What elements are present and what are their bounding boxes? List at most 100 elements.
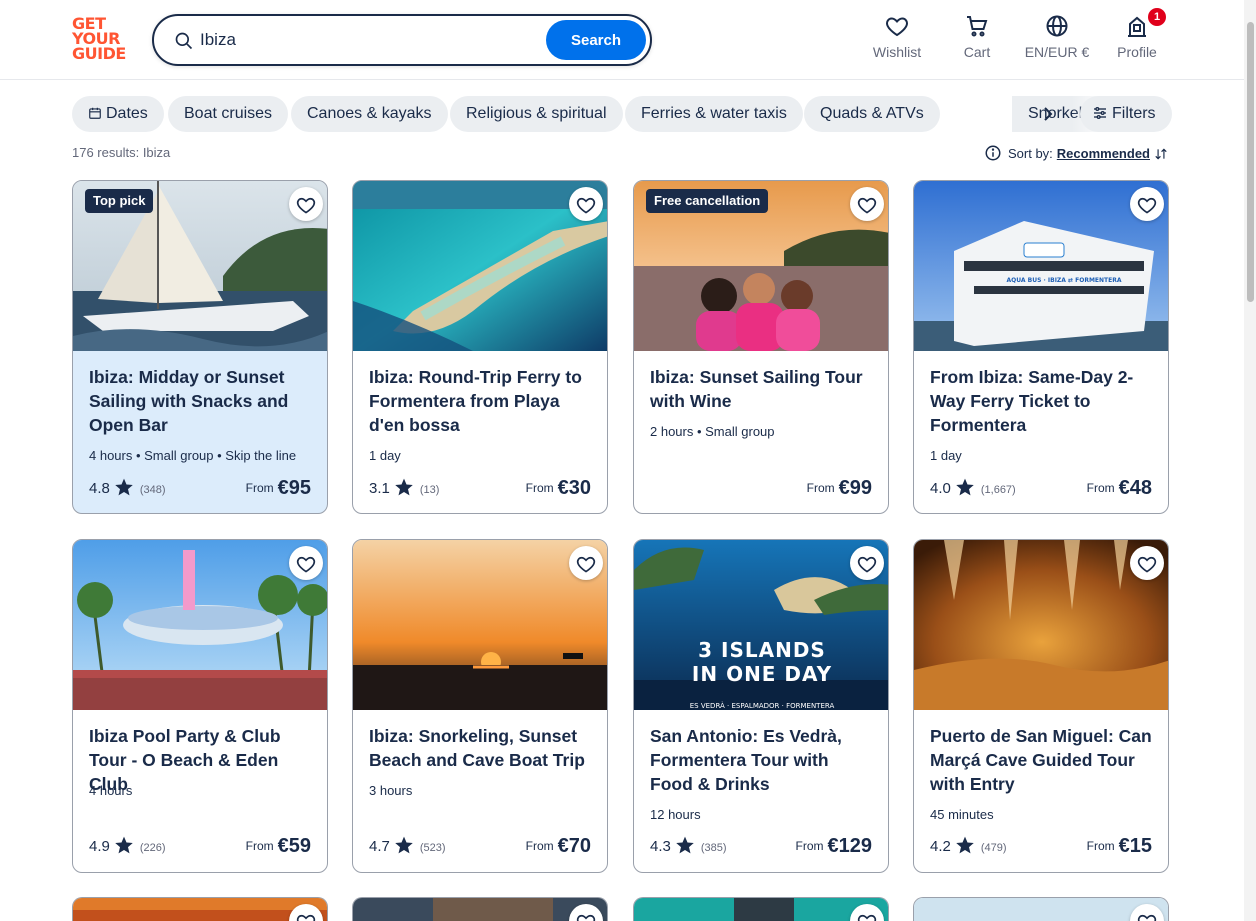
chip-label: Canoes & kayaks bbox=[307, 105, 432, 122]
activity-title[interactable]: San Antonio: Es Vedrà, Formentera Tour w… bbox=[650, 724, 876, 796]
activity-card[interactable]: AQUA BUS · IBIZA ⇄ FORMENTERA From Ibiza… bbox=[913, 180, 1169, 514]
activity-card[interactable]: Free cancellation Ibiza: Sunset Sailing … bbox=[633, 180, 889, 514]
search-button[interactable]: Search bbox=[546, 20, 646, 60]
chip-quads-atvs[interactable]: Quads & ATVs bbox=[804, 96, 940, 132]
filters-button[interactable]: Filters bbox=[1080, 96, 1172, 132]
logo[interactable]: GET YOUR GUIDE bbox=[72, 16, 132, 64]
activity-card[interactable]: Top pick Ibiza: Midday or Sunset Sailing… bbox=[72, 180, 328, 514]
activity-title[interactable]: Ibiza: Sunset Sailing Tour with Wine bbox=[650, 365, 876, 413]
chip-label: Quads & ATVs bbox=[820, 105, 924, 122]
price-prefix: From bbox=[806, 481, 835, 495]
star-icon bbox=[115, 478, 133, 496]
heart-icon bbox=[576, 197, 596, 214]
chip-canoes-kayaks[interactable]: Canoes & kayaks bbox=[291, 96, 448, 132]
wishlist-button[interactable] bbox=[289, 187, 323, 221]
wishlist-button[interactable] bbox=[569, 546, 603, 580]
cart-link[interactable]: Cart bbox=[952, 14, 1002, 66]
logo-line-3: GUIDE bbox=[72, 44, 126, 63]
chevron-right-icon[interactable] bbox=[1036, 102, 1060, 126]
filters-label: Filters bbox=[1112, 105, 1156, 122]
heart-icon bbox=[1137, 556, 1157, 573]
chip-label: Religious & spiritual bbox=[466, 105, 607, 122]
activity-meta: 2 hours • Small group bbox=[650, 424, 775, 439]
activity-title[interactable]: Ibiza: Midday or Sunset Sailing with Sna… bbox=[89, 365, 315, 437]
activity-card[interactable] bbox=[633, 897, 889, 921]
activity-card[interactable] bbox=[72, 897, 328, 921]
profile-badge: 1 bbox=[1148, 8, 1166, 26]
activity-card[interactable]: 3 ISLANDS IN ONE DAY ES VEDRÀ · ESPALMAD… bbox=[633, 539, 889, 873]
star-icon bbox=[956, 836, 974, 854]
free-cancellation-badge: Free cancellation bbox=[646, 189, 769, 213]
star-icon bbox=[956, 478, 974, 496]
sliders-icon bbox=[1094, 107, 1106, 119]
review-count: (1,667) bbox=[980, 484, 1016, 496]
rating-value: 4.8 bbox=[89, 480, 110, 497]
wishlist-button[interactable] bbox=[1130, 187, 1164, 221]
price-prefix: From bbox=[1086, 481, 1115, 495]
activity-card[interactable]: Ibiza: Round-Trip Ferry to Formentera fr… bbox=[352, 180, 608, 514]
activity-card[interactable]: Ibiza: Snorkeling, Sunset Beach and Cave… bbox=[352, 539, 608, 873]
chip-ferries-water-taxis[interactable]: Ferries & water taxis bbox=[625, 96, 803, 132]
activity-title[interactable]: Ibiza: Round-Trip Ferry to Formentera fr… bbox=[369, 365, 595, 437]
activity-card[interactable]: Ibiza Pool Party & Club Tour - O Beach &… bbox=[72, 539, 328, 873]
activity-meta: 3 hours bbox=[369, 783, 413, 798]
activity-card[interactable] bbox=[913, 897, 1169, 921]
image-caption: AQUA BUS · IBIZA ⇄ FORMENTERA bbox=[1006, 277, 1122, 284]
wishlist-button[interactable] bbox=[1130, 546, 1164, 580]
cart-icon bbox=[967, 16, 988, 37]
image-caption: ES VEDRÀ · ESPALMADOR · FORMENTERA bbox=[689, 702, 835, 710]
activity-card[interactable]: Puerto de San Miguel: Can Marçá Cave Gui… bbox=[913, 539, 1169, 873]
top-pick-badge: Top pick bbox=[85, 189, 154, 213]
rating-value: 4.7 bbox=[369, 838, 390, 855]
heart-icon bbox=[576, 914, 596, 921]
info-icon[interactable] bbox=[984, 144, 1002, 162]
chip-dates[interactable]: Dates bbox=[72, 96, 164, 132]
calendar-icon bbox=[89, 107, 101, 119]
activity-meta: 1 day bbox=[930, 448, 962, 463]
sort-control[interactable]: Sort by: Recommended bbox=[984, 144, 1168, 162]
review-count: (13) bbox=[419, 484, 440, 496]
price-amount: €70 bbox=[557, 835, 591, 857]
wishlist-button[interactable] bbox=[850, 187, 884, 221]
wishlist-button[interactable] bbox=[569, 187, 603, 221]
activity-meta: 4 hours bbox=[89, 783, 133, 798]
scrollbar-thumb[interactable] bbox=[1247, 22, 1254, 302]
language-currency-label: EN/EUR € bbox=[1024, 44, 1090, 60]
review-count: (385) bbox=[700, 842, 727, 854]
wishlist-link[interactable]: Wishlist bbox=[868, 14, 926, 66]
chip-religious-spiritual[interactable]: Religious & spiritual bbox=[450, 96, 623, 132]
globe-icon bbox=[1046, 15, 1068, 37]
chip-boat-cruises[interactable]: Boat cruises bbox=[168, 96, 289, 132]
heart-icon bbox=[886, 17, 908, 37]
rating-value: 4.9 bbox=[89, 838, 110, 855]
category-chips: Dates Boat cruises Canoes & kayaks Relig… bbox=[72, 96, 1172, 132]
price-prefix: From bbox=[1086, 839, 1115, 853]
heart-icon bbox=[576, 556, 596, 573]
heart-icon bbox=[1137, 197, 1157, 214]
review-count: (479) bbox=[980, 842, 1007, 854]
price-amount: €15 bbox=[1118, 835, 1152, 857]
star-icon bbox=[676, 836, 694, 854]
activity-title[interactable]: Puerto de San Miguel: Can Marçá Cave Gui… bbox=[930, 724, 1156, 796]
wishlist-button[interactable] bbox=[289, 546, 323, 580]
sort-arrows-icon bbox=[1155, 148, 1167, 160]
activity-card[interactable] bbox=[352, 897, 608, 921]
activity-title[interactable]: From Ibiza: Same-Day 2-Way Ferry Ticket … bbox=[930, 365, 1156, 437]
activity-rating: 4.7 (523) bbox=[369, 835, 446, 855]
price-amount: €48 bbox=[1118, 477, 1152, 499]
results-count: 176 results: Ibiza bbox=[72, 145, 171, 160]
activity-rating: 4.8 (348) bbox=[89, 477, 166, 497]
sort-value[interactable]: Recommended bbox=[1057, 146, 1150, 161]
profile-link[interactable]: 1 Profile bbox=[1112, 8, 1166, 66]
search-input[interactable] bbox=[200, 26, 530, 54]
activity-title[interactable]: Ibiza: Snorkeling, Sunset Beach and Cave… bbox=[369, 724, 595, 772]
profile-label: Profile bbox=[1117, 44, 1157, 60]
price-prefix: From bbox=[245, 481, 274, 495]
activity-price: From €99 bbox=[807, 477, 872, 500]
rating-value: 4.0 bbox=[930, 480, 951, 497]
page-scrollbar[interactable] bbox=[1244, 0, 1256, 921]
wishlist-button[interactable] bbox=[850, 546, 884, 580]
activity-price: From €30 bbox=[526, 477, 591, 500]
language-currency-link[interactable]: EN/EUR € bbox=[1022, 14, 1092, 66]
activity-meta: 1 day bbox=[369, 448, 401, 463]
